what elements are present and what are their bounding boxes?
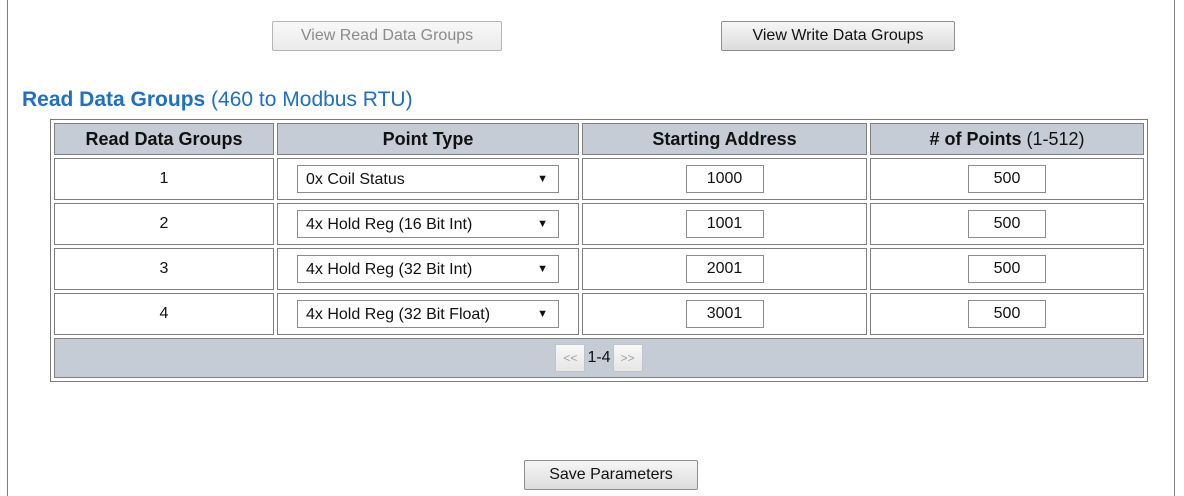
table-header-row: Read Data Groups Point Type Starting Add… xyxy=(54,123,1144,155)
dropdown-arrow-icon: ▼ xyxy=(537,173,548,185)
group-number-cell: 2 xyxy=(54,203,274,245)
starting-address-cell: 2001 xyxy=(582,248,867,290)
section-title-subtitle: (460 to Modbus RTU) xyxy=(205,88,413,111)
pager-row: << 1-4 >> xyxy=(54,338,1144,378)
num-points-header-range: (1-512) xyxy=(1021,128,1085,149)
column-header-point-type: Point Type xyxy=(277,123,579,155)
table-row: 3 4x Hold Reg (32 Bit Int) ▼ 2001 500 xyxy=(54,248,1144,290)
starting-address-cell: 1000 xyxy=(582,158,867,200)
num-points-input[interactable]: 500 xyxy=(968,165,1046,193)
point-type-select[interactable]: 4x Hold Reg (32 Bit Float) ▼ xyxy=(297,300,559,328)
column-header-starting-address: Starting Address xyxy=(582,123,867,155)
num-points-input[interactable]: 500 xyxy=(968,300,1046,328)
point-type-select[interactable]: 4x Hold Reg (16 Bit Int) ▼ xyxy=(297,210,559,238)
table-row: 1 0x Coil Status ▼ 1000 500 xyxy=(54,158,1144,200)
group-number-cell: 4 xyxy=(54,293,274,335)
point-type-cell: 4x Hold Reg (32 Bit Int) ▼ xyxy=(277,248,579,290)
num-points-cell: 500 xyxy=(870,293,1144,335)
group-number-cell: 3 xyxy=(54,248,274,290)
starting-address-input[interactable]: 1000 xyxy=(685,165,764,193)
section-title: Read Data Groups (460 to Modbus RTU) xyxy=(22,88,413,112)
view-write-data-groups-button[interactable]: View Write Data Groups xyxy=(721,21,955,51)
column-header-group: Read Data Groups xyxy=(54,123,274,155)
pager: << 1-4 >> xyxy=(54,338,1144,378)
view-read-data-groups-button[interactable]: View Read Data Groups xyxy=(272,21,502,51)
table-row: 2 4x Hold Reg (16 Bit Int) ▼ 1001 500 xyxy=(54,203,1144,245)
num-points-input[interactable]: 500 xyxy=(968,210,1046,238)
table-row: 4 4x Hold Reg (32 Bit Float) ▼ 3001 500 xyxy=(54,293,1144,335)
starting-address-input[interactable]: 1001 xyxy=(685,210,764,238)
point-type-select-value: 4x Hold Reg (32 Bit Int) xyxy=(306,261,473,278)
save-parameters-button[interactable]: Save Parameters xyxy=(524,460,698,490)
starting-address-cell: 3001 xyxy=(582,293,867,335)
num-points-header-label: # of Points xyxy=(929,128,1022,149)
dropdown-arrow-icon: ▼ xyxy=(537,263,548,275)
prev-page-button[interactable]: << xyxy=(555,344,586,372)
column-header-num-points: # of Points (1-512) xyxy=(870,123,1144,155)
next-page-button[interactable]: >> xyxy=(612,344,643,372)
num-points-cell: 500 xyxy=(870,203,1144,245)
point-type-select[interactable]: 4x Hold Reg (32 Bit Int) ▼ xyxy=(297,255,559,283)
group-number-cell: 1 xyxy=(54,158,274,200)
dropdown-arrow-icon: ▼ xyxy=(537,218,548,230)
point-type-cell: 4x Hold Reg (32 Bit Float) ▼ xyxy=(277,293,579,335)
point-type-select-value: 0x Coil Status xyxy=(306,171,405,188)
point-type-cell: 0x Coil Status ▼ xyxy=(277,158,579,200)
read-data-groups-table: Read Data Groups Point Type Starting Add… xyxy=(50,119,1148,382)
point-type-cell: 4x Hold Reg (16 Bit Int) ▼ xyxy=(277,203,579,245)
point-type-select-value: 4x Hold Reg (32 Bit Float) xyxy=(306,306,491,323)
num-points-cell: 500 xyxy=(870,158,1144,200)
starting-address-cell: 1001 xyxy=(582,203,867,245)
num-points-cell: 500 xyxy=(870,248,1144,290)
dropdown-arrow-icon: ▼ xyxy=(537,308,548,320)
point-type-select[interactable]: 0x Coil Status ▼ xyxy=(297,165,559,193)
page-range-label: 1-4 xyxy=(587,349,611,366)
point-type-select-value: 4x Hold Reg (16 Bit Int) xyxy=(306,216,473,233)
section-title-bold: Read Data Groups xyxy=(22,88,206,111)
starting-address-input[interactable]: 3001 xyxy=(685,300,764,328)
starting-address-input[interactable]: 2001 xyxy=(685,255,764,283)
num-points-input[interactable]: 500 xyxy=(968,255,1046,283)
